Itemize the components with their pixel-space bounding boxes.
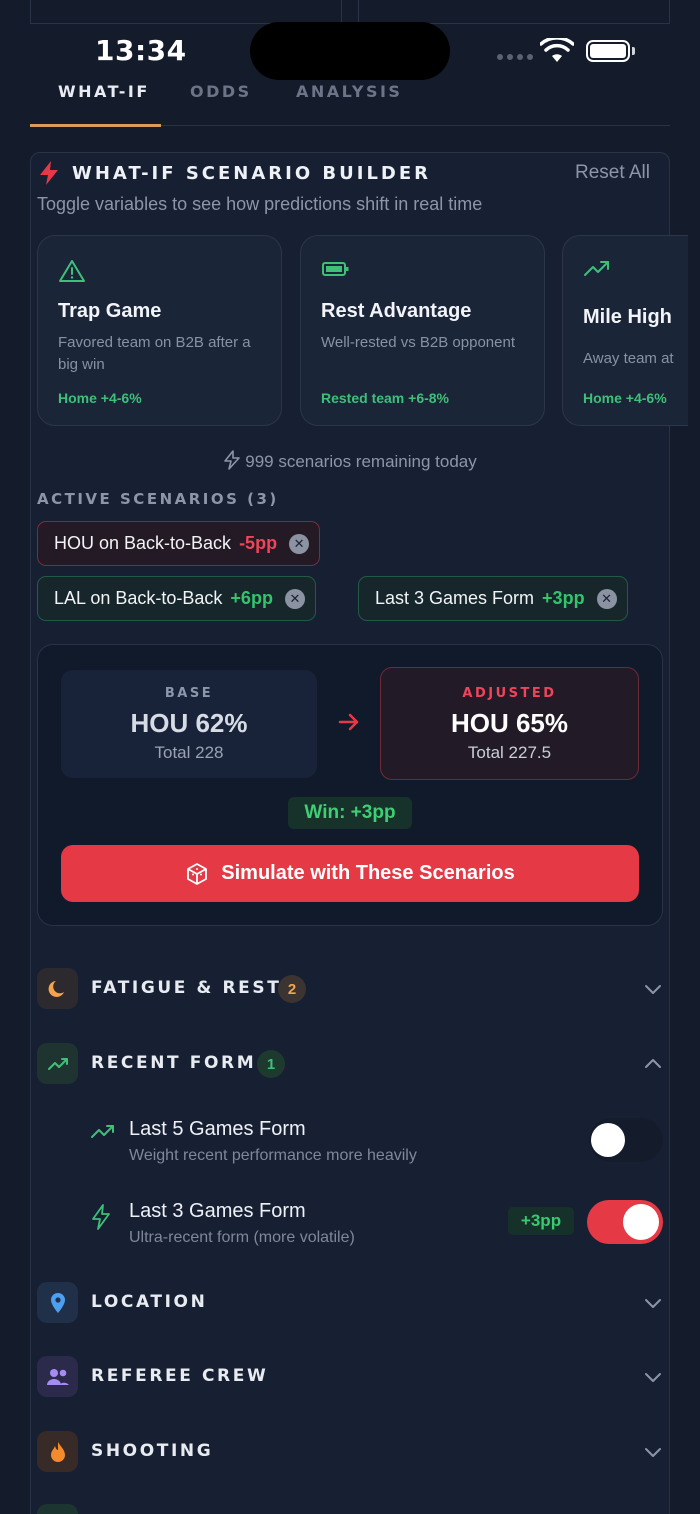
previous-card-right (358, 0, 670, 24)
chip-delta: +6pp (230, 588, 273, 608)
item-title: Last 3 Games Form (129, 1200, 306, 1222)
builder-title: WHAT-IF SCENARIO BUILDER (72, 163, 432, 184)
chip-label: HOU on Back-to-Back (54, 533, 232, 553)
card-title: Mile High (583, 306, 672, 328)
card-effect: Home +4-6% (583, 390, 667, 406)
users-icon (37, 1356, 78, 1397)
tab-analysis[interactable]: ANALYSIS (296, 82, 402, 101)
bolt-icon (224, 450, 241, 470)
chevron-down-icon (645, 1299, 661, 1308)
previous-card-left (30, 0, 342, 24)
adjusted-value: HOU 65% (450, 708, 569, 738)
card-effect: Rested team +6-8% (321, 390, 450, 406)
tab-odds[interactable]: ODDS (190, 82, 252, 101)
section-title: LOCATION (91, 1292, 208, 1312)
tab-bar: WHAT-IF ODDS ANALYSIS (30, 80, 670, 127)
trending-up-icon (584, 261, 609, 276)
adjusted-total: Total 227.5 (467, 743, 552, 762)
chip-delta: +3pp (542, 588, 585, 608)
chip-delta: -5pp (239, 533, 278, 553)
section-title: RECENT FORM (91, 1053, 257, 1073)
adjusted-label: ADJUSTED (462, 686, 557, 701)
cube-icon (187, 862, 208, 885)
section-location[interactable]: LOCATION (37, 1282, 663, 1324)
card-description: Away team at (583, 350, 674, 367)
flame-icon (37, 1431, 78, 1472)
toggle-last3-form[interactable] (587, 1200, 663, 1244)
item-description: Ultra-recent form (more volatile) (129, 1229, 355, 1246)
battery-icon (586, 40, 630, 62)
active-chip-last3-form[interactable]: Last 3 Games Form +3pp ✕ (358, 576, 628, 621)
dynamic-island (250, 22, 450, 80)
status-time: 13:34 (95, 34, 187, 67)
arrow-right-icon (338, 713, 359, 731)
remaining-text: 999 scenarios remaining today (245, 452, 477, 471)
card-title: Rest Advantage (321, 300, 472, 322)
remove-chip-icon[interactable]: ✕ (596, 588, 617, 609)
section-referee-crew[interactable]: REFEREE CREW (37, 1356, 663, 1398)
section-count-badge: 1 (257, 1050, 285, 1078)
win-delta-badge: Win: +3pp (288, 797, 412, 829)
wifi-icon (540, 38, 574, 62)
battery-icon (322, 262, 349, 276)
base-label: BASE (164, 686, 214, 701)
base-value: HOU 62% (130, 708, 248, 738)
section-count-badge: 2 (278, 975, 306, 1003)
simulate-label: Simulate with These Scenarios (221, 862, 515, 884)
active-scenarios-label: ACTIVE SCENARIOS (3) (37, 490, 279, 508)
simulate-button[interactable]: Simulate with These Scenarios (61, 845, 639, 902)
chevron-down-icon (645, 1373, 661, 1382)
remaining-scenarios: 999 scenarios remaining today (0, 450, 700, 472)
chevron-down-icon (645, 985, 661, 994)
section-title: REFEREE CREW (91, 1366, 269, 1386)
map-pin-icon (37, 1282, 78, 1323)
signal-icon (497, 54, 533, 60)
base-total: Total 228 (154, 743, 224, 762)
card-description: Favored team on B2B after a big win (58, 334, 251, 373)
section-title: SHOOTING (91, 1441, 214, 1461)
section-shooting[interactable]: SHOOTING (37, 1431, 663, 1473)
remove-chip-icon[interactable]: ✕ (284, 588, 305, 609)
toggle-knob (591, 1123, 625, 1157)
chip-label: LAL on Back-to-Back (54, 588, 223, 608)
scenario-card-mile-high[interactable]: Mile High Away team at Home +4-6% (562, 235, 688, 426)
builder-subtitle: Toggle variables to see how predictions … (37, 194, 483, 214)
toggle-knob (623, 1204, 659, 1240)
scenario-item-last5-form: Last 5 Games Form Weight recent performa… (90, 1118, 663, 1178)
scenario-card-rest-advantage[interactable]: Rest Advantage Well-rested vs B2B oppone… (300, 235, 545, 426)
bolt-icon (92, 1204, 110, 1230)
toggle-last5-form[interactable] (589, 1118, 663, 1162)
section-fatigue-rest[interactable]: FATIGUE & REST 2 (37, 968, 663, 1010)
card-description: Well-rested vs B2B opponent (321, 334, 515, 351)
base-prediction: BASE HOU 62% Total 228 (61, 670, 317, 778)
section-title: FATIGUE & REST (91, 978, 282, 998)
chevron-down-icon (645, 1448, 661, 1457)
battery-tip (632, 47, 635, 55)
active-chip-hou-b2b[interactable]: HOU on Back-to-Back -5pp ✕ (37, 521, 321, 566)
adjusted-prediction: ADJUSTED HOU 65% Total 227.5 (380, 667, 639, 780)
item-title: Last 5 Games Form (129, 1118, 306, 1140)
remove-chip-icon[interactable]: ✕ (289, 533, 310, 554)
section-recent-form[interactable]: RECENT FORM 1 (37, 1043, 663, 1085)
scenario-item-last3-form: Last 3 Games Form Ultra-recent form (mor… (90, 1200, 663, 1260)
trending-up-icon (91, 1125, 114, 1138)
warning-triangle-icon (59, 260, 85, 282)
tab-what-if[interactable]: WHAT-IF (58, 82, 150, 101)
reset-all-button[interactable]: Reset All (575, 162, 650, 184)
active-chip-lal-b2b[interactable]: LAL on Back-to-Back +6pp ✕ (37, 576, 316, 621)
item-description: Weight recent performance more heavily (129, 1147, 417, 1164)
chevron-up-icon (645, 1059, 661, 1068)
scenario-card-trap-game[interactable]: Trap Game Favored team on B2B after a bi… (37, 235, 282, 426)
active-tab-indicator (30, 124, 161, 127)
card-effect: Home +4-6% (58, 390, 142, 406)
moon-icon (37, 968, 78, 1009)
item-delta-badge: +3pp (508, 1207, 574, 1235)
bolt-icon (40, 161, 58, 185)
chip-label: Last 3 Games Form (375, 588, 535, 608)
trending-up-icon (37, 1043, 78, 1084)
next-section-icon-partial (37, 1504, 78, 1514)
previous-content-edges (30, 0, 670, 24)
card-title: Trap Game (58, 300, 162, 322)
